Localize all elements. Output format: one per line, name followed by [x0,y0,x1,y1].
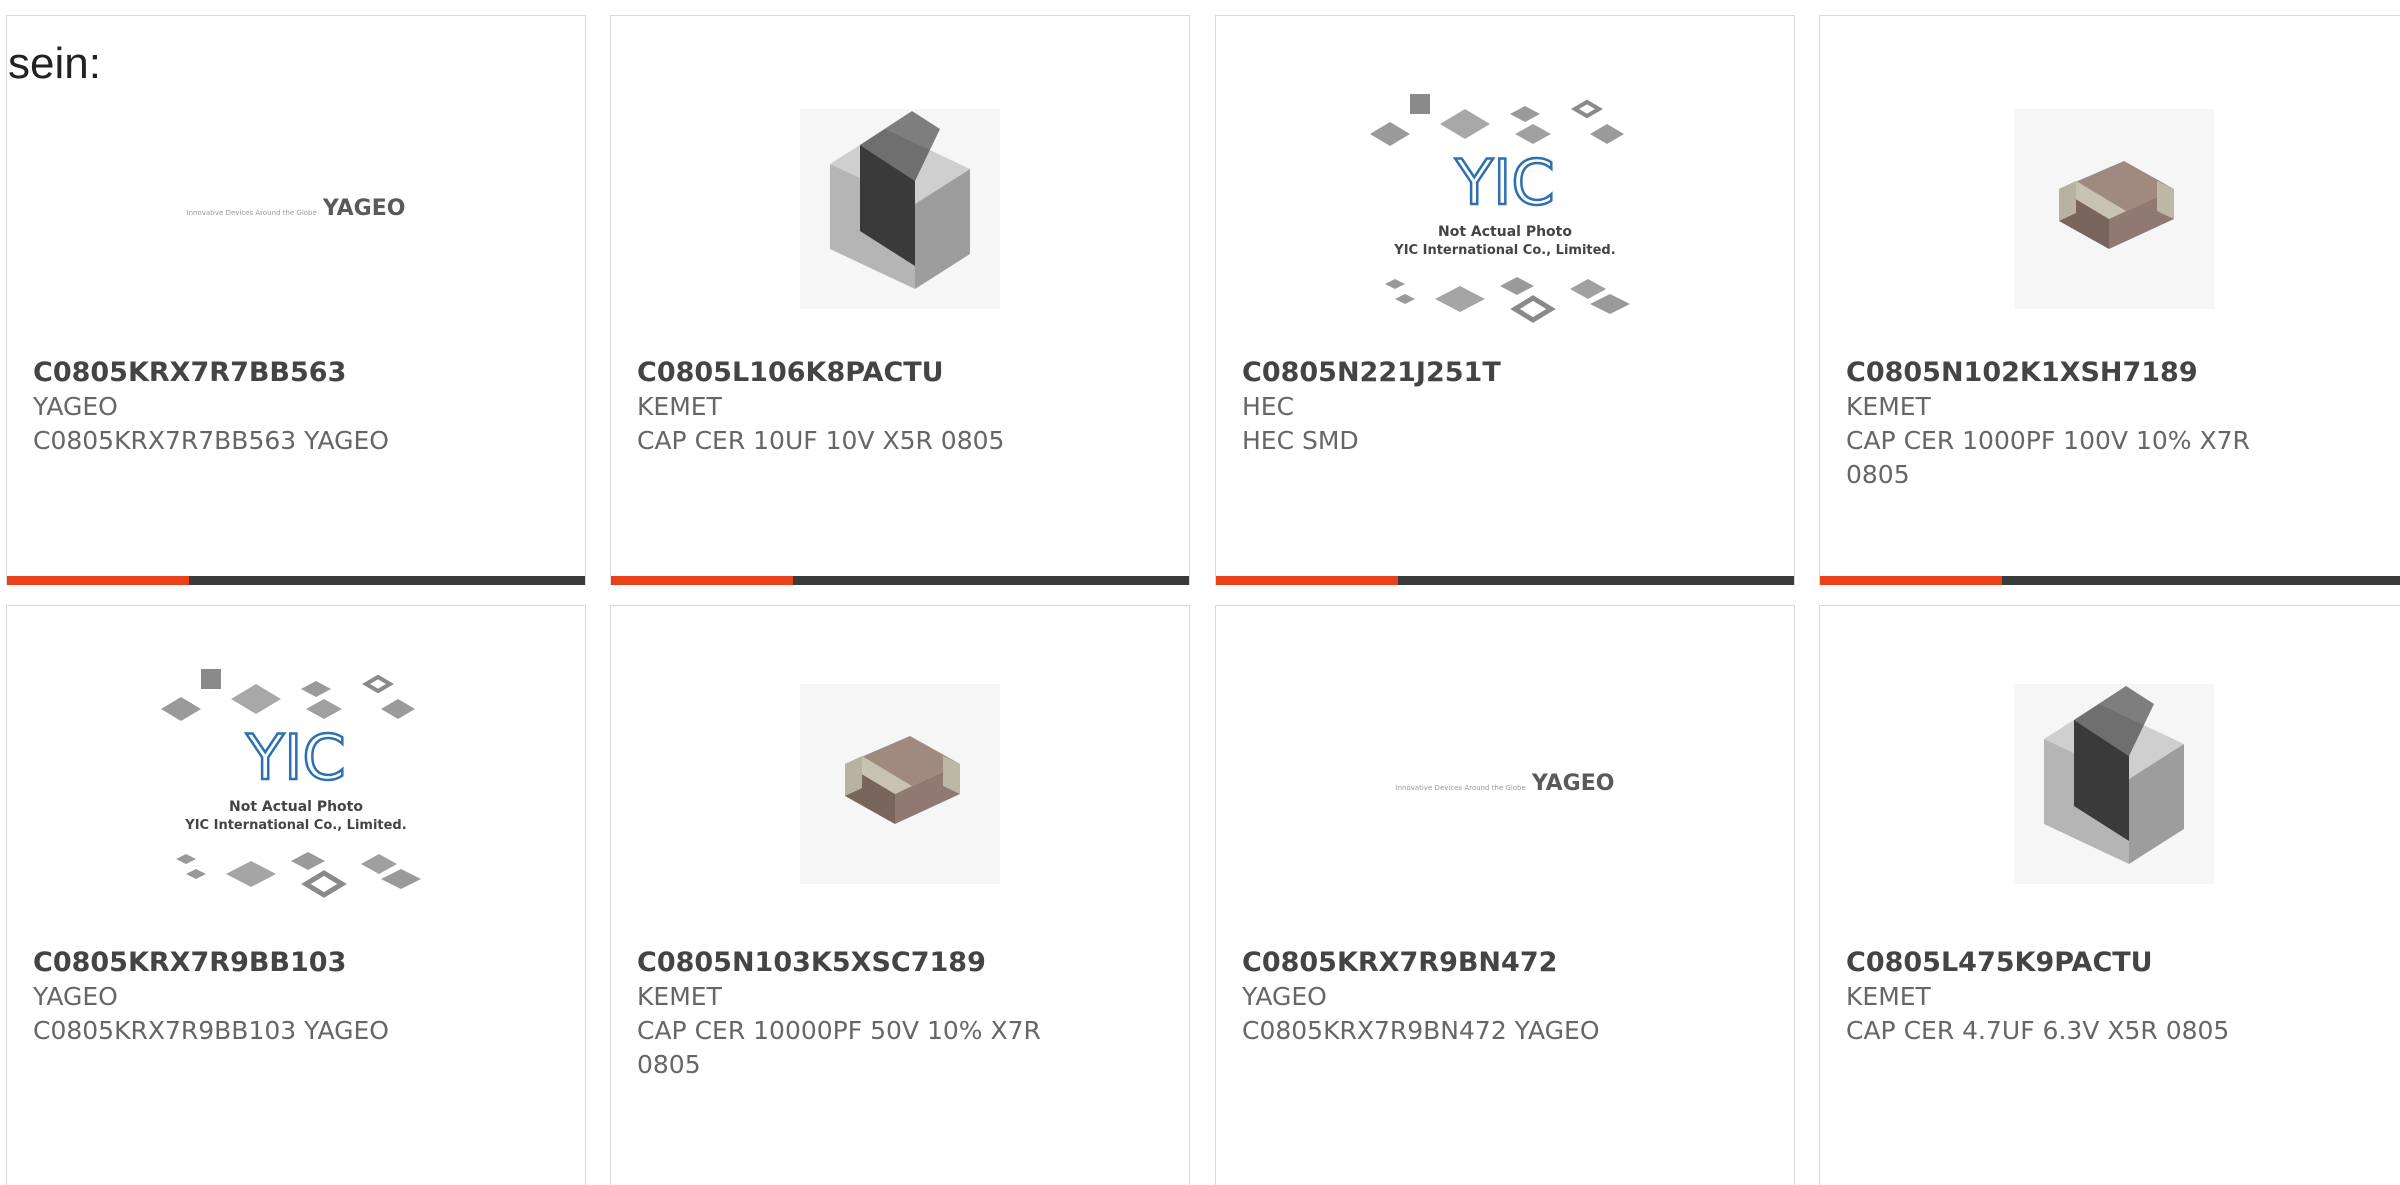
product-card[interactable]: C0805N103K5XSC7189 KEMET CAP CER 10000PF… [610,605,1190,1185]
description: CAP CER 10000PF 50V 10% X7R 0805 [637,1016,1041,1079]
part-number-link[interactable]: C0805L475K9PACTU [1846,946,2286,980]
manufacturer: YAGEO [1242,982,1327,1011]
yageo-logo-icon: Innovative Devices Around the Globe YAGE… [186,196,406,221]
svg-text:YIC International Co., Limited: YIC International Co., Limited. [184,818,406,833]
description: C0805KRX7R9BN472 YAGEO [1242,1016,1600,1045]
part-number-link[interactable]: C0805N103K5XSC7189 [637,946,1077,980]
part-number-link[interactable]: C0805KRX7R9BB103 [33,946,473,980]
manufacturer: YAGEO [33,392,118,421]
page-heading: sein: [8,39,101,88]
part-number-link[interactable]: C0805KRX7R9BN472 [1242,946,1682,980]
description: CAP CER 1000PF 100V 10% X7R 0805 [1846,426,2250,489]
yic-placeholder-icon: YIC Not Actual Photo YIC International C… [161,668,421,898]
yageo-logo-icon: Innovative Devices Around the Globe YAGE… [1395,771,1615,796]
manufacturer: YAGEO [33,982,118,1011]
description: CAP CER 4.7UF 6.3V X5R 0805 [1846,1016,2230,1045]
product-image: YIC Not Actual Photo YIC International C… [1216,66,1794,351]
part-number-link[interactable]: C0805L106K8PACTU [637,356,1077,390]
svg-text:Not Actual Photo: Not Actual Photo [229,799,363,815]
description: C0805KRX7R9BB103 YAGEO [33,1016,389,1045]
part-number-link[interactable]: C0805KRX7R7BB563 [33,356,473,390]
brown-chip-icon [2014,108,2214,309]
product-image [611,641,1189,926]
brown-chip-icon [800,683,1000,884]
product-card[interactable]: C0805N102K1XSH7189 KEMET CAP CER 1000PF … [1819,15,2400,585]
product-card[interactable]: Innovative Devices Around the Globe YAGE… [1215,605,1795,1185]
svg-text:YIC International Co., Limited: YIC International Co., Limited. [1393,243,1615,258]
gray-chip-icon [2014,683,2214,884]
yic-placeholder-icon: YIC Not Actual Photo YIC International C… [1370,93,1630,323]
product-image [1820,641,2400,926]
card-footer-bar [611,576,1189,585]
manufacturer: KEMET [1846,392,1931,421]
product-image [1820,66,2400,351]
manufacturer: HEC [1242,392,1295,421]
product-card[interactable]: C0805L106K8PACTU KEMET CAP CER 10UF 10V … [610,15,1190,585]
part-number-link[interactable]: C0805N221J251T [1242,356,1682,390]
part-number-link[interactable]: C0805N102K1XSH7189 [1846,356,2286,390]
description: HEC SMD [1242,426,1359,455]
product-grid: Innovative Devices Around the Globe YAGE… [0,0,2400,1185]
description: CAP CER 10UF 10V X5R 0805 [637,426,1005,455]
svg-text:Not Actual Photo: Not Actual Photo [1438,224,1572,240]
card-footer-bar [7,576,585,585]
card-footer-bar [1216,576,1794,585]
product-image: Innovative Devices Around the Globe YAGE… [1216,641,1794,926]
svg-text:YIC: YIC [245,721,345,794]
gray-chip-icon [800,108,1000,309]
product-image [611,66,1189,351]
description: C0805KRX7R7BB563 YAGEO [33,426,389,455]
manufacturer: KEMET [637,982,722,1011]
manufacturer: KEMET [637,392,722,421]
product-image: Innovative Devices Around the Globe YAGE… [7,66,585,351]
product-card[interactable]: C0805L475K9PACTU KEMET CAP CER 4.7UF 6.3… [1819,605,2400,1185]
product-card[interactable]: YIC Not Actual Photo YIC International C… [6,605,586,1185]
manufacturer: KEMET [1846,982,1931,1011]
product-card[interactable]: YIC Not Actual Photo YIC International C… [1215,15,1795,585]
svg-text:YIC: YIC [1454,146,1554,219]
product-image: YIC Not Actual Photo YIC International C… [7,641,585,926]
product-card[interactable]: Innovative Devices Around the Globe YAGE… [6,15,586,585]
card-footer-bar [1820,576,2400,585]
